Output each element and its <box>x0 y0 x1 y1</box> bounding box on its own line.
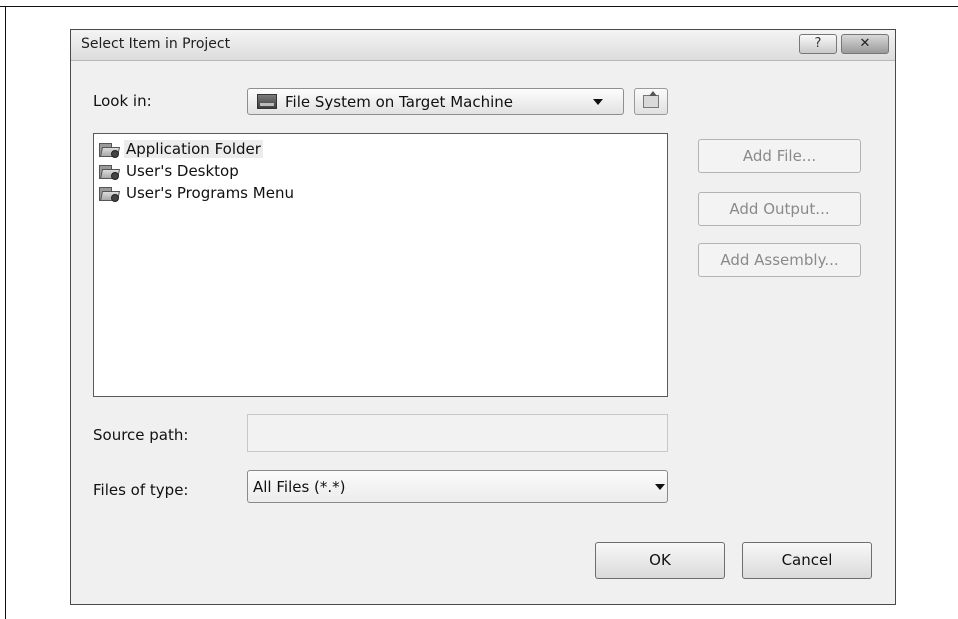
select-item-dialog: Select Item in Project ? ✕ Look in: File… <box>70 29 896 605</box>
files-of-type-label: Files of type: <box>93 481 189 499</box>
page-frame-left <box>5 6 6 619</box>
add-output-button[interactable]: Add Output... <box>698 192 861 226</box>
source-path-label: Source path: <box>93 426 189 444</box>
files-of-type-value: All Files (*.*) <box>253 478 346 496</box>
file-list[interactable]: Application Folder User's Desktop User's… <box>93 133 668 397</box>
chevron-down-icon <box>655 484 665 490</box>
list-item-label: User's Desktop <box>126 162 239 180</box>
special-folder-icon <box>99 143 121 158</box>
chevron-down-icon <box>593 99 603 105</box>
files-of-type-dropdown[interactable]: All Files (*.*) <box>247 470 668 503</box>
dialog-title: Select Item in Project <box>81 36 231 52</box>
look-in-value: File System on Target Machine <box>285 93 513 111</box>
list-item-label: User's Programs Menu <box>126 184 294 202</box>
page-frame-top <box>0 6 958 7</box>
special-folder-icon <box>99 165 121 180</box>
close-button[interactable]: ✕ <box>841 34 889 54</box>
machine-icon <box>257 94 277 109</box>
list-item-label: Application Folder <box>124 140 263 158</box>
cancel-button[interactable]: Cancel <box>742 542 872 579</box>
ok-button[interactable]: OK <box>595 542 725 579</box>
add-assembly-button[interactable]: Add Assembly... <box>698 243 861 277</box>
up-folder-icon <box>643 91 659 108</box>
title-bar: Select Item in Project ? ✕ <box>71 30 895 61</box>
help-button[interactable]: ? <box>799 34 837 54</box>
up-one-level-button[interactable] <box>634 88 668 115</box>
add-file-button[interactable]: Add File... <box>698 139 861 173</box>
source-path-field[interactable] <box>247 414 668 452</box>
special-folder-icon <box>99 187 121 202</box>
look-in-dropdown[interactable]: File System on Target Machine <box>247 88 624 115</box>
look-in-label: Look in: <box>93 92 152 110</box>
